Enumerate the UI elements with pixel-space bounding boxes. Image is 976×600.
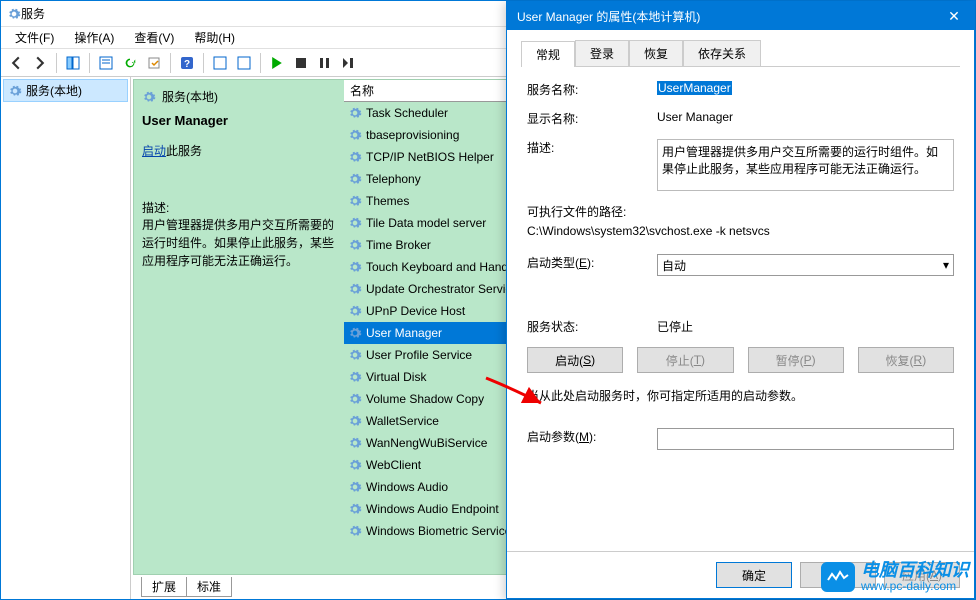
pause-service-button[interactable] <box>314 52 336 74</box>
description-box[interactable]: 用户管理器提供多用户交互所需要的运行时组件。如果停止此服务，某些应用程序可能无法… <box>657 139 954 191</box>
label-start-params: 启动参数(M): <box>527 428 657 445</box>
description-label: 描述: <box>142 199 336 216</box>
menu-action[interactable]: 操作(A) <box>66 27 122 48</box>
selected-service-name: User Manager <box>142 113 336 128</box>
stop-service-button[interactable] <box>290 52 312 74</box>
dialog-footer: 确定 取消 应用(A) <box>507 551 974 598</box>
toolbar-extra2-button[interactable] <box>233 52 255 74</box>
description-text: 用户管理器提供多用户交互所需要的运行时组件。如果停止此服务，某些应用程序可能无法… <box>142 216 336 270</box>
close-button[interactable]: ✕ <box>934 2 974 30</box>
service-item-label: Telephony <box>366 172 421 186</box>
service-item-label: Themes <box>366 194 409 208</box>
service-item-label: Volume Shadow Copy <box>366 392 484 406</box>
stop-button: 停止(T) <box>637 347 733 373</box>
dialog-title: User Manager 的属性(本地计算机) <box>517 8 700 25</box>
export-button[interactable] <box>143 52 165 74</box>
services-icon <box>7 7 21 21</box>
tree-node-services-local[interactable]: 服务(本地) <box>3 79 128 102</box>
help-button[interactable]: ? <box>176 52 198 74</box>
tab-extended[interactable]: 扩展 <box>141 577 187 597</box>
startup-type-select[interactable]: 自动 ▾ <box>657 254 954 276</box>
restart-service-button[interactable] <box>338 52 360 74</box>
service-item-label: Windows Audio <box>366 480 448 494</box>
dialog-content: 服务名称: UserManager 显示名称: User Manager 描述:… <box>521 66 960 551</box>
ok-button[interactable]: 确定 <box>716 562 792 588</box>
refresh-button[interactable] <box>119 52 141 74</box>
show-hide-tree-button[interactable] <box>62 52 84 74</box>
resume-button: 恢复(R) <box>858 347 954 373</box>
apply-button: 应用(A) <box>884 562 960 588</box>
back-button[interactable] <box>5 52 27 74</box>
start-service-link-suffix: 此服务 <box>166 144 202 158</box>
toolbar-extra-button[interactable] <box>209 52 231 74</box>
toolbar-separator <box>260 53 261 73</box>
value-service-status: 已停止 <box>657 318 954 335</box>
svg-text:?: ? <box>184 59 190 70</box>
label-display-name: 显示名称: <box>527 110 657 127</box>
chevron-down-icon: ▾ <box>943 258 949 272</box>
label-exe-path: 可执行文件的路径: <box>527 203 954 220</box>
start-params-hint: 当从此处启动服务时，你可指定所适用的启动参数。 <box>527 387 954 404</box>
label-startup-type: 启动类型(E): <box>527 254 657 271</box>
service-item-label: User Manager <box>366 326 442 340</box>
properties-button[interactable] <box>95 52 117 74</box>
pause-button: 暂停(P) <box>748 347 844 373</box>
window-title: 服务 <box>21 5 45 22</box>
start-button[interactable]: 启动(S) <box>527 347 623 373</box>
service-item-label: Virtual Disk <box>366 370 426 384</box>
service-item-label: Windows Audio Endpoint <box>366 502 499 516</box>
service-item-label: Windows Biometric Service <box>366 524 511 538</box>
service-item-label: Tile Data model server <box>366 216 486 230</box>
start-service-link[interactable]: 启动 <box>142 144 166 158</box>
startup-type-value: 自动 <box>662 257 686 274</box>
value-service-name[interactable]: UserManager <box>657 81 732 95</box>
service-item-label: Time Broker <box>366 238 431 252</box>
cancel-button[interactable]: 取消 <box>800 562 876 588</box>
dialog-titlebar[interactable]: User Manager 的属性(本地计算机) ✕ <box>507 2 974 30</box>
service-item-label: WanNengWuBiService <box>366 436 487 450</box>
service-item-label: Task Scheduler <box>366 106 448 120</box>
service-item-label: User Profile Service <box>366 348 472 362</box>
toolbar-separator <box>203 53 204 73</box>
tab-logon[interactable]: 登录 <box>575 40 629 66</box>
forward-button[interactable] <box>29 52 51 74</box>
service-item-label: UPnP Device Host <box>366 304 465 318</box>
toolbar-separator <box>89 53 90 73</box>
menu-help[interactable]: 帮助(H) <box>186 27 243 48</box>
left-tree-pane: 服务(本地) <box>1 77 131 599</box>
service-item-label: Update Orchestrator Service <box>366 282 518 296</box>
menu-file[interactable]: 文件(F) <box>7 27 62 48</box>
tab-standard[interactable]: 标准 <box>186 577 232 597</box>
menu-view[interactable]: 查看(V) <box>126 27 182 48</box>
service-item-label: WebClient <box>366 458 421 472</box>
detail-heading: 服务(本地) <box>162 88 218 105</box>
start-service-button[interactable] <box>266 52 288 74</box>
tab-recovery[interactable]: 恢复 <box>629 40 683 66</box>
service-item-label: TCP/IP NetBIOS Helper <box>366 150 494 164</box>
label-description: 描述: <box>527 139 657 156</box>
start-params-input[interactable] <box>657 428 954 450</box>
value-display-name: User Manager <box>657 110 954 124</box>
tab-general[interactable]: 常规 <box>521 41 575 67</box>
properties-dialog: User Manager 的属性(本地计算机) ✕ 常规 登录 恢复 依存关系 … <box>506 1 975 599</box>
tree-node-label: 服务(本地) <box>26 82 82 99</box>
service-detail-panel: 服务(本地) User Manager 启动此服务 描述: 用户管理器提供多用户… <box>134 80 344 574</box>
dialog-tabs: 常规 登录 恢复 依存关系 <box>507 30 974 66</box>
label-service-name: 服务名称: <box>527 81 657 98</box>
service-item-label: tbaseprovisioning <box>366 128 459 142</box>
toolbar-separator <box>170 53 171 73</box>
tab-dependencies[interactable]: 依存关系 <box>683 40 761 66</box>
label-service-status: 服务状态: <box>527 318 657 335</box>
value-exe-path: C:\Windows\system32\svchost.exe -k netsv… <box>527 224 954 238</box>
service-item-label: WalletService <box>366 414 439 428</box>
toolbar-separator <box>56 53 57 73</box>
